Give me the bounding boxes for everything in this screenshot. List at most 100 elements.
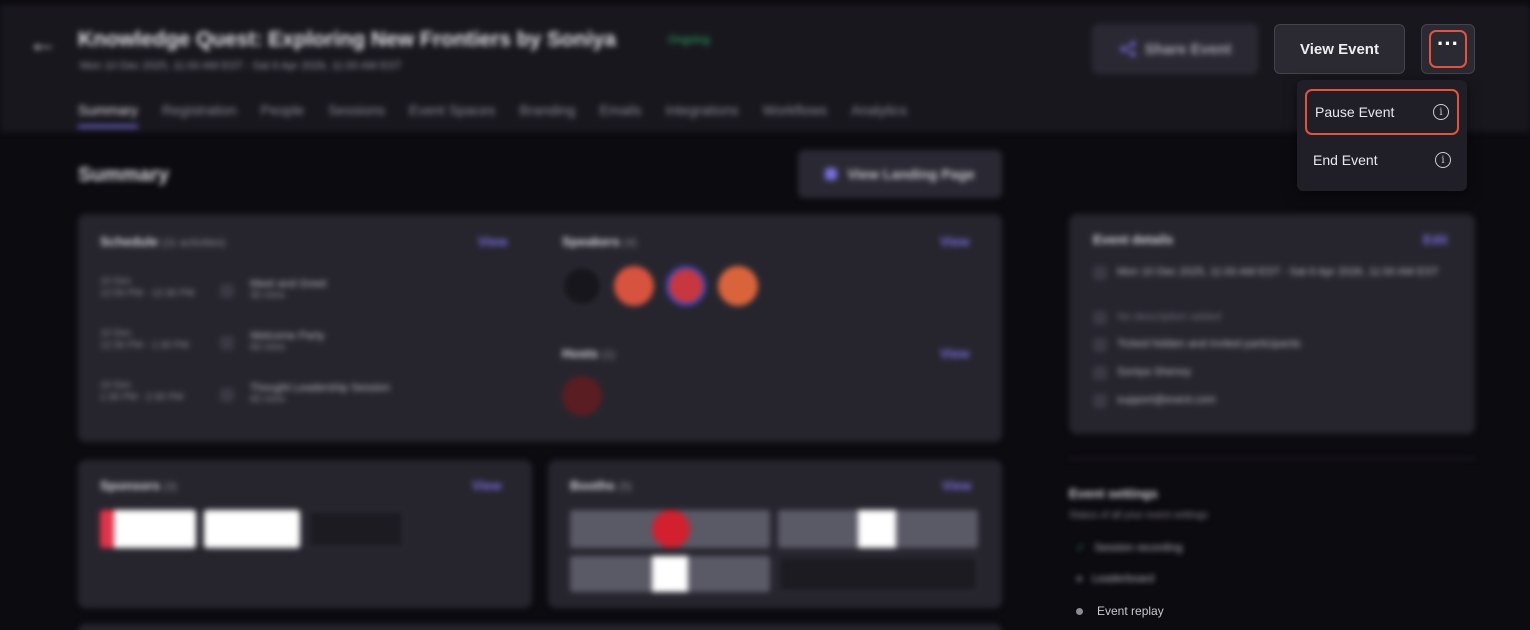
- booth-placeholder[interactable]: [778, 556, 978, 592]
- pause-event-menu-item[interactable]: Pause Event i: [1305, 89, 1459, 135]
- end-event-menu-item[interactable]: End Event i: [1305, 137, 1459, 183]
- avatar[interactable]: [614, 266, 654, 306]
- event-description: No description added: [1117, 311, 1221, 323]
- booths-heading: Booths (5): [570, 478, 632, 493]
- pinterest-logo: [652, 510, 690, 548]
- tab-registration[interactable]: Registration: [162, 102, 237, 128]
- sponsors-view-link[interactable]: View: [472, 478, 501, 493]
- session-icon: [220, 284, 234, 298]
- session-icon: [220, 336, 234, 350]
- view-landing-page-button[interactable]: View Landing Page: [798, 150, 1002, 198]
- speakers-view-link[interactable]: View: [940, 234, 969, 249]
- booth-tile[interactable]: [570, 556, 770, 592]
- avatar[interactable]: [562, 376, 602, 416]
- divider: [1069, 458, 1475, 459]
- more-options-icon: ···: [1429, 30, 1467, 68]
- schedule-title: Schedule: [100, 234, 158, 249]
- tab-sessions[interactable]: Sessions: [328, 102, 385, 128]
- avatar[interactable]: [718, 266, 758, 306]
- tab-branding[interactable]: Branding: [519, 102, 575, 128]
- schedule-item-duration: 60 mins: [250, 394, 286, 405]
- schedule-item-name: Thought Leadership Session: [250, 382, 391, 394]
- speakers-count: (4): [623, 237, 637, 249]
- booths-view-link[interactable]: View: [942, 478, 971, 493]
- event-settings-subtitle: Status of all your event settings: [1069, 510, 1208, 521]
- end-event-label: End Event: [1313, 152, 1378, 168]
- schedule-item-name: Welcome Party: [250, 330, 325, 342]
- booth-tile[interactable]: [570, 510, 770, 548]
- user-icon: [1093, 366, 1107, 380]
- schedule-item-date: 10 Dec: [100, 328, 132, 339]
- schedule-count: (11 activities): [161, 237, 226, 249]
- mail-icon: [1093, 394, 1107, 408]
- pause-event-label: Pause Event: [1315, 104, 1395, 120]
- info-icon[interactable]: i: [1433, 104, 1449, 120]
- setting-item: ● Leaderboard: [1076, 573, 1154, 585]
- participants-icon: [1093, 338, 1107, 352]
- share-event-button[interactable]: Share Event: [1092, 24, 1258, 74]
- setting-label: Session recording: [1094, 542, 1183, 554]
- event-dates: Mon 10 Dec 2025, 11:00 AM EST - Sat 6 Ap…: [80, 60, 402, 72]
- hosts-count: (1): [601, 349, 616, 361]
- setting-label: Event replay: [1097, 604, 1164, 618]
- schedule-view-link[interactable]: View: [478, 234, 507, 249]
- hosts-view-link[interactable]: View: [940, 346, 969, 361]
- tab-bar: Summary Registration People Sessions Eve…: [78, 102, 907, 128]
- schedule-item[interactable]: 10 Dec 12:30 PM - 1:30 PM: [100, 328, 189, 352]
- schedule-item-name: Meet and Greet: [250, 278, 327, 290]
- tab-analytics[interactable]: Analytics: [851, 102, 907, 128]
- schedule-item-date: 10 Dec: [100, 276, 132, 287]
- tab-emails[interactable]: Emails: [599, 102, 641, 128]
- summary-heading: Summary: [78, 164, 170, 186]
- salesforce-logo: [652, 556, 688, 592]
- slack-logo[interactable]: [204, 510, 300, 548]
- tab-integrations[interactable]: Integrations: [665, 102, 738, 128]
- share-icon: [1120, 41, 1136, 57]
- setting-label: Leaderboard: [1091, 573, 1155, 585]
- schedule-item-details: Thought Leadership Session 60 mins: [250, 382, 390, 406]
- schedule-item[interactable]: 10 Dec 12:00 PM - 12:30 PM: [100, 276, 195, 300]
- tab-summary[interactable]: Summary: [78, 102, 138, 128]
- schedule-item-details: Meet and Greet 30 mins: [250, 278, 326, 302]
- booths-title: Booths: [570, 478, 615, 493]
- share-event-label: Share Event: [1144, 40, 1232, 58]
- more-card: [78, 624, 1002, 630]
- event-email: support@event.com: [1117, 394, 1216, 406]
- more-options-button[interactable]: ···: [1421, 24, 1475, 74]
- booths-card: Booths (5) View: [548, 460, 1002, 608]
- status-badge: Ongoing: [668, 34, 710, 46]
- event-details-card: Event details Edit Mon 10 Dec 2025, 11:0…: [1069, 214, 1475, 434]
- tab-workflows[interactable]: Workflows: [763, 102, 827, 128]
- tab-event-spaces[interactable]: Event Spaces: [409, 102, 495, 128]
- booth-tile[interactable]: [778, 510, 978, 548]
- schedule-item-time: 1:30 PM - 2:30 PM: [100, 392, 184, 403]
- schedule-item-time: 12:30 PM - 1:30 PM: [100, 340, 189, 351]
- schedule-item-duration: 30 mins: [250, 290, 286, 301]
- speakers-title: Speakers: [562, 234, 620, 249]
- view-event-button[interactable]: View Event: [1274, 24, 1405, 74]
- calendar-icon: [1093, 266, 1107, 280]
- tab-people[interactable]: People: [261, 102, 305, 128]
- schedule-item[interactable]: 10 Dec 1:30 PM - 2:30 PM: [100, 380, 183, 404]
- divider: [0, 6, 1530, 7]
- schedule-heading: Schedule (11 activities): [100, 234, 225, 249]
- avatar[interactable]: [666, 266, 706, 306]
- dot-icon: [1076, 607, 1083, 615]
- booth-logo: [858, 510, 896, 548]
- schedule-item-duration: 60 mins: [250, 342, 286, 353]
- event-settings-title: Event settings: [1069, 486, 1158, 501]
- sponsors-title: Sponsors: [100, 478, 160, 493]
- twilio-logo[interactable]: [100, 510, 196, 548]
- edit-details-link[interactable]: Edit: [1423, 232, 1448, 247]
- schedule-item-time: 12:00 PM - 12:30 PM: [100, 288, 195, 299]
- sponsor-placeholder[interactable]: [308, 510, 404, 548]
- sponsors-card: Sponsors (3) View: [78, 460, 532, 608]
- event-details-dates: Mon 10 Dec 2025, 11:00 AM EST - Sat 6 Ap…: [1117, 266, 1439, 278]
- info-icon[interactable]: i: [1435, 152, 1451, 168]
- event-page: ← Knowledge Quest: Exploring New Frontie…: [0, 0, 1530, 630]
- avatar[interactable]: [562, 266, 602, 306]
- back-arrow-icon[interactable]: ←: [28, 26, 58, 60]
- booths-count: (5): [618, 481, 632, 493]
- hosts-heading: Hosts (1): [562, 346, 615, 361]
- schedule-speakers-card: Schedule (11 activities) View 10 Dec 12:…: [78, 214, 1002, 442]
